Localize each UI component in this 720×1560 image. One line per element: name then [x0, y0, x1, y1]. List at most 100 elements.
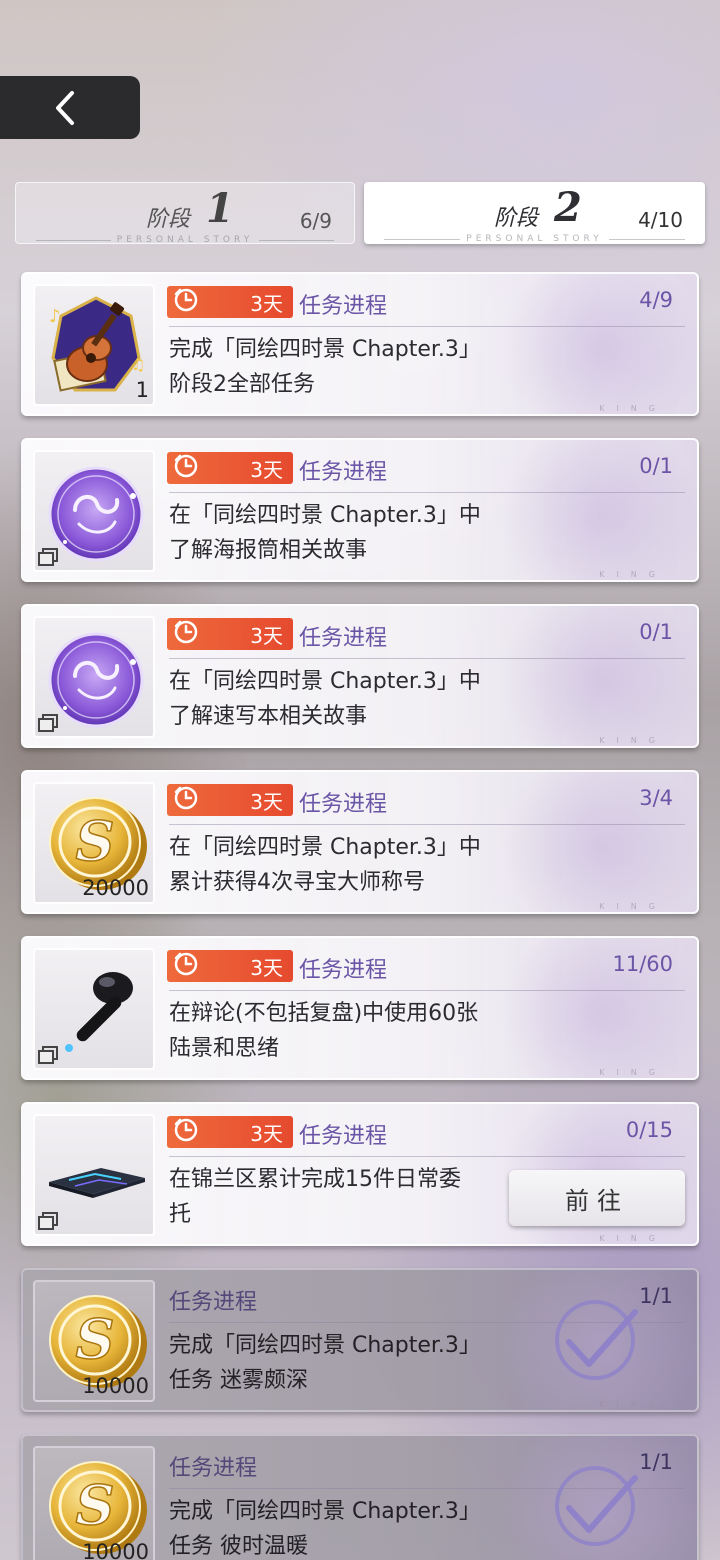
task-card[interactable]: KING 3天 任务进程 0/1 在「同绘四时景 Chapter.3」中 了解速写本相关… [21, 604, 699, 748]
task-card[interactable]: KINGS10000任务进程1/1完成「同绘四时景 Chapter.3」 任务 … [21, 1434, 699, 1560]
timer-text: 3天 [250, 1121, 283, 1146]
timer-text: 3天 [250, 291, 283, 316]
task-description: 在辩论(不包括复盘)中使用60张 陆景和思绪 [169, 1001, 479, 1061]
svg-text:♪: ♪ [49, 306, 61, 327]
task-description: 完成「同绘四时景 Chapter.3」 任务 彼时温暖 [169, 1499, 481, 1559]
brand-watermark: KING [599, 736, 667, 745]
task-title: 任务进程 [169, 1290, 258, 1315]
task-title: 任务进程 [299, 460, 388, 485]
tab-stage-2[interactable]: 阶段 2 4/10 PERSONAL STORY [364, 182, 705, 244]
task-description: 完成「同绘四时景 Chapter.3」 阶段2全部任务 [169, 337, 481, 397]
timer-badge: 3天 [167, 950, 293, 982]
stage-label: 阶段 [146, 207, 191, 232]
task-progress: 0/15 [625, 1118, 673, 1142]
svg-text:S: S [76, 1473, 115, 1537]
reward-count: 1 [135, 378, 149, 402]
task-title: 任务进程 [299, 1124, 388, 1149]
task-progress: 11/60 [612, 952, 673, 976]
task-progress: 0/1 [639, 620, 673, 644]
divider [169, 658, 685, 659]
divider [169, 1156, 685, 1157]
back-button[interactable] [0, 76, 140, 139]
divider [169, 492, 685, 493]
task-description: 在「同绘四时景 Chapter.3」中 累计获得4次寻宝大师称号 [169, 835, 481, 895]
svg-text:♫: ♫ [131, 355, 145, 374]
brand-watermark: KING [599, 902, 667, 911]
task-card[interactable]: KING 3天 任务进程 0/15 在锦兰区累计完成15件日常委 托前往 [21, 1102, 699, 1246]
stage-progress: 4/10 [638, 208, 683, 232]
divider [169, 824, 685, 825]
task-description: 完成「同绘四时景 Chapter.3」 任务 迷雾颇深 [169, 1333, 481, 1393]
task-progress: 1/1 [639, 1284, 673, 1308]
reward-count: 10000 [82, 1374, 149, 1398]
clock-icon [173, 619, 199, 649]
task-progress: 4/9 [639, 288, 673, 312]
timer-text: 3天 [250, 955, 283, 980]
svg-text:S: S [76, 809, 115, 873]
timer-text: 3天 [250, 789, 283, 814]
task-progress: 1/1 [639, 1450, 673, 1474]
stage-deco-text: PERSONAL STORY [116, 235, 254, 245]
timer-badge: 3天 [167, 784, 293, 816]
reward-item[interactable]: S 10000 [33, 1280, 155, 1402]
timer-text: 3天 [250, 457, 283, 482]
task-title: 任务进程 [299, 294, 388, 319]
timer-badge: 3天 [167, 618, 293, 650]
timer-badge: 3天 [167, 286, 293, 318]
task-card[interactable]: KING ♪ ♫ 1 3天 任务进程 4/9 完成「同绘四时景 Chapter.3」 阶段2全… [21, 272, 699, 416]
stage-deco: PERSONAL STORY [384, 234, 685, 244]
reward-count: 10000 [82, 1540, 149, 1560]
brand-watermark: KING [599, 1068, 667, 1077]
task-title: 任务进程 [169, 1456, 258, 1481]
brand-watermark: KING [599, 404, 667, 413]
task-description: 在锦兰区累计完成15件日常委 托 [169, 1167, 461, 1227]
reward-item[interactable]: S 10000 [33, 1446, 155, 1560]
reward-item[interactable] [33, 948, 155, 1070]
stack-icon [37, 547, 59, 567]
clock-icon [173, 287, 199, 317]
task-progress: 0/1 [639, 454, 673, 478]
brand-watermark: KING [599, 1400, 667, 1409]
clock-icon [173, 951, 199, 981]
clock-icon [173, 1117, 199, 1147]
stage-progress: 6/9 [299, 209, 332, 233]
task-title: 任务进程 [299, 792, 388, 817]
go-button[interactable]: 前往 [509, 1170, 685, 1226]
brand-watermark: KING [599, 570, 667, 579]
stack-icon [37, 1211, 59, 1231]
timer-badge: 3天 [167, 452, 293, 484]
stack-icon [37, 1045, 59, 1065]
reward-item[interactable]: S 20000 [33, 782, 155, 904]
reward-item[interactable]: ♪ ♫ 1 [33, 284, 155, 406]
stage-deco: PERSONAL STORY [36, 235, 334, 245]
clock-icon [173, 453, 199, 483]
reward-count: 20000 [82, 876, 149, 900]
stage-label: 阶段 [494, 206, 539, 231]
timer-text: 3天 [250, 623, 283, 648]
reward-item[interactable] [33, 1114, 155, 1236]
task-card[interactable]: KING 3天 任务进程 11/60 在辩论(不包括复盘)中使用60张 陆景和思绪 [21, 936, 699, 1080]
task-card[interactable]: KING S 20000 3天 任务进程 3/4 在「同绘四时景 Chapter.3」中 累… [21, 770, 699, 914]
divider [169, 326, 685, 327]
check-icon [549, 1294, 641, 1386]
clock-icon [173, 785, 199, 815]
stack-icon [37, 713, 59, 733]
task-description: 在「同绘四时景 Chapter.3」中 了解海报筒相关故事 [169, 503, 481, 563]
task-title: 任务进程 [299, 626, 388, 651]
stage-number: 1 [206, 185, 234, 232]
stage-number: 2 [554, 184, 582, 231]
task-description: 在「同绘四时景 Chapter.3」中 了解速写本相关故事 [169, 669, 481, 729]
brand-watermark: KING [599, 1234, 667, 1243]
task-title: 任务进程 [299, 958, 388, 983]
task-card[interactable]: KING 3天 任务进程 0/1 在「同绘四时景 Chapter.3」中 了解海报筒相关… [21, 438, 699, 582]
chevron-left-icon [56, 90, 74, 125]
timer-badge: 3天 [167, 1116, 293, 1148]
reward-item[interactable] [33, 616, 155, 738]
task-progress: 3/4 [639, 786, 673, 810]
check-icon [549, 1460, 641, 1552]
task-card[interactable]: KING S 10000 任务进程 1/1 完成「同绘四时景 Chapter.3」 任务 … [21, 1268, 699, 1412]
reward-item[interactable] [33, 450, 155, 572]
svg-text:S: S [76, 1307, 115, 1371]
tab-stage-1[interactable]: 阶段 1 6/9 PERSONAL STORY [15, 182, 355, 245]
divider [169, 990, 685, 991]
